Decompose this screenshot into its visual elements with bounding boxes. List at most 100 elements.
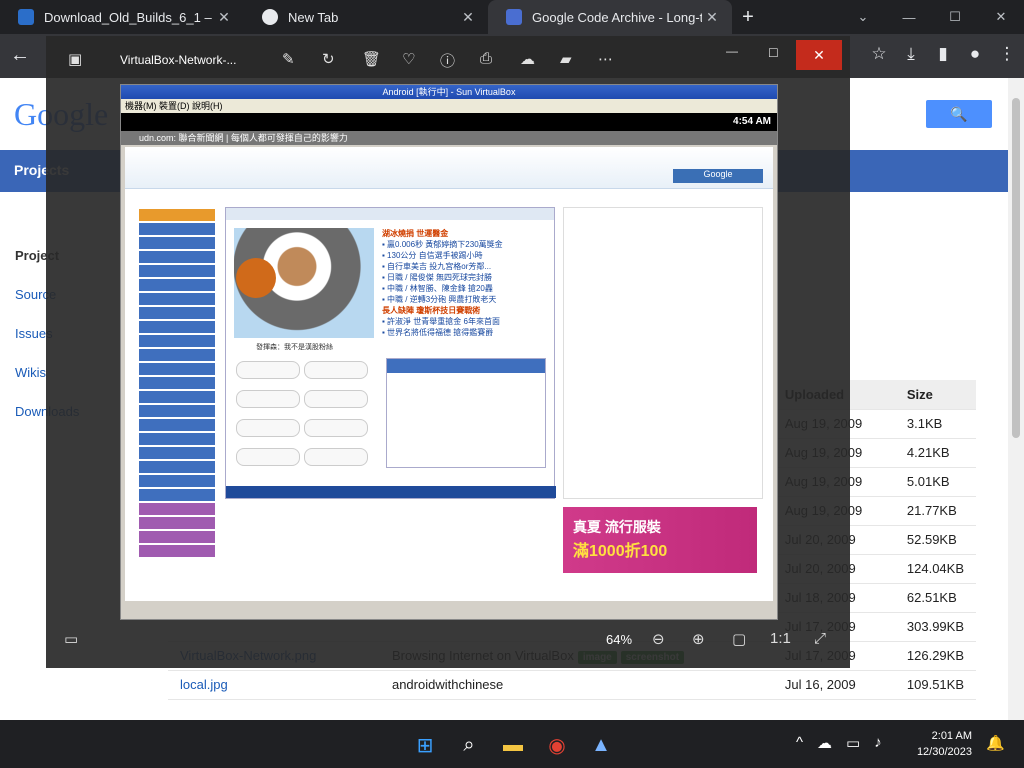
tab-new[interactable]: New Tab ✕ <box>244 0 488 34</box>
delete-icon[interactable]: 🗑 <box>362 50 381 68</box>
nav-chip <box>139 377 215 389</box>
volume-icon[interactable]: ♪ <box>874 734 882 752</box>
nav-chip <box>139 293 215 305</box>
header-size[interactable]: Size <box>894 380 976 410</box>
search-icon[interactable]: ⌕ <box>454 730 484 760</box>
sports-chip <box>304 419 368 437</box>
taskbar-clock[interactable]: 2:01 AM 12/30/2023 <box>912 728 972 760</box>
cloud-icon[interactable]: ☁ <box>520 50 535 68</box>
more-dots-icon[interactable]: ⋯ <box>598 50 613 68</box>
sports-chip <box>304 390 368 408</box>
minimize-button[interactable]: — <box>886 0 932 34</box>
fullscreen-icon[interactable]: ⤢ <box>814 630 826 647</box>
headline-item: ▪ 130公分 自信選手被踢小時 <box>382 251 483 260</box>
size-cell: 52.59KB <box>894 525 976 555</box>
news-ticker <box>226 486 556 498</box>
stats-header <box>387 359 545 373</box>
notification-bell-icon[interactable]: 🔔 <box>986 734 1005 752</box>
sports-chip <box>236 390 300 408</box>
window-controls: ⌄ — ☐ ✕ <box>840 0 1024 34</box>
size-cell: 21.77KB <box>894 496 976 526</box>
uploaded-cell: Jul 16, 2009 <box>772 670 895 700</box>
windows-start-icon[interactable]: ⊞ <box>410 730 440 760</box>
photo-caption: 發揮森：我不是漢股粉絲 <box>256 344 333 351</box>
viewer-maximize-button[interactable]: ☐ <box>768 46 779 60</box>
chrome-icon[interactable]: ◉ <box>542 730 572 760</box>
size-cell: 62.51KB <box>894 583 976 613</box>
zoom-out-icon[interactable]: ⊖ <box>652 630 665 648</box>
sidepanel-icon[interactable]: ▮ <box>934 44 952 64</box>
size-cell: 303.99KB <box>894 612 976 642</box>
chevron-down-icon[interactable]: ⌄ <box>840 0 886 34</box>
virtualbox-screenshot: Android [執行中] - Sun VirtualBox 機器(M) 裝置(… <box>120 84 778 620</box>
nav-chip <box>139 447 215 459</box>
tab-oracle[interactable]: Download_Old_Builds_6_1 – Ora ✕ <box>0 0 244 34</box>
google-search-box: Google <box>673 169 763 183</box>
headline-item: ▪ 贏0.006秒 黃郁婷摘下230萬獎金 <box>382 240 503 249</box>
nav-chip <box>139 265 215 277</box>
vbox-title: Android [執行中] - Sun VirtualBox <box>121 85 777 99</box>
back-arrow-icon[interactable]: ← <box>10 44 30 67</box>
zoom-in-icon[interactable]: ⊕ <box>692 630 705 648</box>
viewer-title: VirtualBox-Network-... <box>120 53 237 67</box>
clipchamp-icon[interactable]: ▰ <box>560 50 572 68</box>
sports-chip <box>236 448 300 466</box>
star-icon[interactable]: ☆ <box>870 44 888 64</box>
oracle-favicon-icon <box>18 9 34 25</box>
table-row[interactable]: local.jpg androidwithchinese Jul 16, 2009 1… <box>168 670 976 700</box>
filmstrip-icon[interactable]: ▭ <box>64 630 78 648</box>
nav-chip <box>139 209 215 221</box>
scrollbar-thumb[interactable] <box>1012 98 1020 438</box>
clock-date: 12/30/2023 <box>916 746 972 758</box>
nav-chip <box>139 391 215 403</box>
nav-chip <box>139 489 215 501</box>
nav-chip <box>139 223 215 235</box>
network-icon[interactable]: ▭ <box>846 734 860 752</box>
photos-icon[interactable]: ▲ <box>586 730 616 760</box>
ad-line1: 真夏 流行服裝 <box>573 519 661 535</box>
info-icon[interactable]: ⓘ <box>440 50 455 71</box>
rotate-icon[interactable]: ↻ <box>322 50 335 68</box>
download-icon[interactable]: ⤓ <box>902 44 920 64</box>
nav-chip <box>139 461 215 473</box>
close-tab-icon[interactable]: ✕ <box>214 9 234 26</box>
close-window-button[interactable]: ✕ <box>978 0 1024 34</box>
nav-chip <box>139 419 215 431</box>
tab-title: Download_Old_Builds_6_1 – Ora <box>44 9 214 25</box>
tab-strip: Download_Old_Builds_6_1 – Ora ✕ New Tab … <box>0 0 1024 34</box>
size-cell: 109.51KB <box>894 670 976 700</box>
filename-link[interactable]: local.jpg <box>180 677 228 692</box>
favorite-icon[interactable]: ♡ <box>402 50 415 68</box>
restore-button[interactable]: ☐ <box>932 0 978 34</box>
size-cell: 126.29KB <box>894 641 976 671</box>
viewer-close-button[interactable]: ✕ <box>796 40 842 70</box>
stats-table <box>386 358 546 468</box>
file-explorer-icon[interactable]: ▬ <box>498 730 528 760</box>
chevron-up-icon[interactable]: ^ <box>796 734 803 752</box>
close-tab-icon[interactable]: ✕ <box>458 9 478 26</box>
size-cell: 124.04KB <box>894 554 976 584</box>
android-status-bar: 4:54 AM <box>121 113 777 131</box>
headline-item: ▪ 許淑淨 世青舉重搶金 6年來首面 <box>382 317 500 326</box>
size-cell: 5.01KB <box>894 467 976 497</box>
new-tab-button[interactable]: + <box>732 6 764 29</box>
nav-chip <box>139 517 215 529</box>
print-icon[interactable]: ⎙ <box>480 50 492 67</box>
nav-chip <box>139 251 215 263</box>
profile-icon[interactable]: ● <box>966 44 984 64</box>
page-scrollbar[interactable] <box>1008 78 1024 720</box>
summary-text: androidwithchinese <box>391 677 504 692</box>
search-button[interactable]: 🔍 <box>926 100 992 128</box>
edit-icon[interactable]: ✎ <box>282 50 295 68</box>
menu-dots-icon[interactable]: ⋮ <box>998 44 1016 64</box>
fit-window-icon[interactable]: ▢ <box>732 630 746 648</box>
close-tab-icon[interactable]: ✕ <box>702 9 722 26</box>
clock-time: 2:01 AM <box>931 730 972 742</box>
tab-google-code[interactable]: Google Code Archive - Long-ter ✕ <box>488 0 732 34</box>
actual-size-icon[interactable]: 1:1 <box>770 630 791 647</box>
onedrive-icon[interactable]: ☁ <box>817 734 832 752</box>
sports-chip <box>236 419 300 437</box>
nav-chip <box>139 307 215 319</box>
summary-cell: androidwithchinese <box>379 670 773 700</box>
viewer-minimize-button[interactable]: — <box>726 44 738 58</box>
